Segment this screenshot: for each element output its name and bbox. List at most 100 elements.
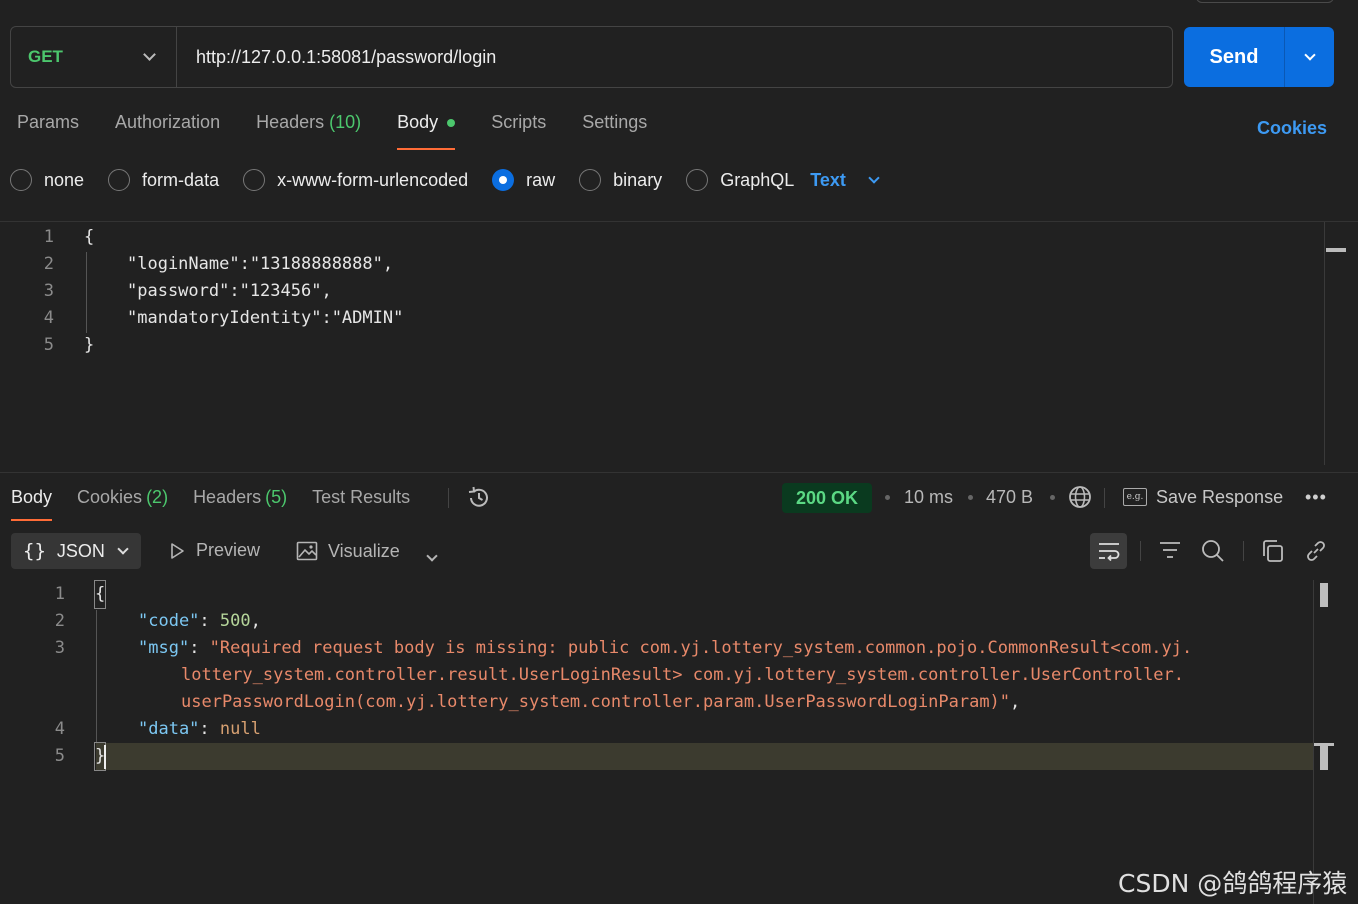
tab-label: Cookies	[77, 487, 143, 507]
send-button[interactable]: Send	[1184, 27, 1285, 87]
code-line: {	[84, 227, 95, 247]
image-icon	[296, 541, 318, 561]
scrollbar-thumb[interactable]	[1326, 248, 1346, 252]
send-options-button[interactable]	[1285, 27, 1334, 87]
indent-guide	[96, 610, 97, 745]
json-value: userPasswordLogin(com.yj.lottery_system.…	[181, 692, 1011, 712]
status-badge[interactable]: 200 OK	[782, 483, 872, 513]
mode-graphql[interactable]: GraphQL	[686, 169, 794, 191]
format-select[interactable]: Text	[810, 169, 880, 191]
tab-label: Body	[397, 112, 439, 132]
chevron-down-icon	[143, 48, 156, 61]
send-group: Send	[1184, 27, 1334, 87]
line-number: 4	[43, 308, 54, 328]
mode-urlencoded[interactable]: x-www-form-urlencoded	[243, 169, 468, 191]
resp-tab-body[interactable]: Body	[11, 487, 53, 521]
code-line: "password":"123456",	[127, 281, 332, 301]
code-line-wrapped: lottery_system.controller.result.UserLog…	[181, 665, 1185, 685]
mode-label: binary	[613, 169, 663, 190]
request-body-editor[interactable]: 1 2 3 4 5 { "loginName":"13188888888", "…	[0, 221, 1358, 471]
resp-tab-cookies[interactable]: Cookies (2)	[77, 487, 168, 521]
visualize-dropdown[interactable]	[426, 547, 438, 565]
json-key: "code"	[138, 611, 200, 631]
link-icon[interactable]	[1303, 538, 1329, 564]
example-icon[interactable]: e.g.	[1123, 488, 1147, 506]
scrollbar-thumb[interactable]	[1320, 583, 1328, 607]
tab-authorization[interactable]: Authorization	[115, 112, 220, 150]
code-line: "msg": "Required request body is missing…	[138, 638, 1193, 658]
tab-label: Settings	[582, 112, 648, 132]
line-number: 3	[54, 638, 65, 658]
globe-icon[interactable]	[1068, 485, 1092, 509]
tab-label: Params	[17, 112, 80, 132]
cookies-count: (2)	[146, 487, 169, 507]
code-line: "data": null	[138, 719, 261, 739]
filter-icon[interactable]	[1158, 538, 1182, 562]
chevron-down-icon	[426, 550, 438, 562]
resp-tab-headers[interactable]: Headers (5)	[193, 487, 287, 521]
indent-guide	[86, 252, 87, 333]
radio-icon	[579, 169, 602, 191]
mode-binary[interactable]: binary	[579, 169, 662, 191]
radio-icon	[243, 169, 266, 191]
url-input[interactable]	[177, 27, 1172, 87]
request-tabs: Params Authorization Headers (10) Body Sc…	[17, 112, 683, 152]
tab-params[interactable]: Params	[17, 112, 79, 150]
mode-raw[interactable]: raw	[492, 169, 555, 191]
wrap-lines-button[interactable]	[1090, 533, 1127, 569]
mode-label: form-data	[142, 169, 220, 190]
tab-scripts[interactable]: Scripts	[491, 112, 546, 150]
method-select[interactable]: GET	[11, 27, 177, 87]
body-mode-selector: none form-data x-www-form-urlencoded raw…	[10, 167, 880, 193]
resp-tab-test-results[interactable]: Test Results	[312, 487, 410, 521]
view-mode-select[interactable]: {} JSON	[11, 533, 141, 569]
response-bar: Body Cookies (2) Headers (5) Test Results …	[0, 472, 1358, 522]
tab-headers[interactable]: Headers (10)	[256, 112, 361, 150]
line-number: 5	[54, 746, 65, 766]
save-response-button[interactable]: Save Response	[1156, 487, 1283, 508]
play-icon	[171, 542, 184, 559]
code-line: }	[84, 335, 95, 355]
radio-icon	[10, 169, 32, 191]
url-bar: GET	[10, 26, 1173, 88]
current-line-highlight	[96, 743, 1314, 770]
code-line: "code": 500,	[138, 611, 261, 631]
tab-label: Body	[11, 487, 53, 507]
mode-label: raw	[526, 169, 556, 190]
tab-body[interactable]: Body	[397, 112, 456, 150]
divider	[448, 488, 449, 508]
json-value: 500	[219, 611, 251, 631]
visualize-button[interactable]: Visualize	[296, 540, 400, 562]
mode-form-data[interactable]: form-data	[108, 169, 219, 191]
code-line: "mandatoryIdentity":"ADMIN"	[127, 308, 404, 328]
json-key: "data"	[138, 719, 200, 739]
tab-settings[interactable]: Settings	[582, 112, 647, 150]
top-partial-element	[1196, 0, 1334, 3]
line-number: 5	[43, 335, 54, 355]
response-time[interactable]: 10 ms	[904, 487, 953, 508]
tab-label: Authorization	[115, 112, 221, 132]
json-value: null	[219, 719, 261, 739]
more-options-icon[interactable]: •••	[1305, 487, 1327, 508]
copy-icon[interactable]	[1261, 538, 1285, 564]
line-number: 4	[54, 719, 65, 739]
search-icon[interactable]	[1200, 538, 1226, 564]
tab-label: Scripts	[491, 112, 547, 132]
mode-label: none	[44, 169, 85, 190]
mode-label: GraphQL	[720, 169, 795, 190]
tab-label: Test Results	[312, 487, 411, 507]
preview-button[interactable]: Preview	[168, 540, 260, 561]
scrollbar-track	[1313, 580, 1314, 904]
history-icon[interactable]	[466, 485, 492, 511]
response-body-viewer[interactable]: 1 2 3 4 5 { "code": 500, "msg": "Require…	[0, 580, 1358, 904]
preview-label: Preview	[196, 540, 261, 560]
cookies-link[interactable]: Cookies	[1257, 118, 1327, 139]
format-label: Text	[810, 169, 846, 190]
response-tabs: Body Cookies (2) Headers (5) Test Results	[11, 487, 435, 521]
watermark: CSDN @鸽鸽程序猿	[1118, 869, 1348, 898]
mode-none[interactable]: none	[10, 169, 84, 191]
code-line-wrapped: userPasswordLogin(com.yj.lottery_system.…	[181, 692, 1021, 712]
mode-label: x-www-form-urlencoded	[277, 169, 469, 190]
response-size[interactable]: 470 B	[986, 487, 1033, 508]
divider	[1104, 488, 1105, 508]
